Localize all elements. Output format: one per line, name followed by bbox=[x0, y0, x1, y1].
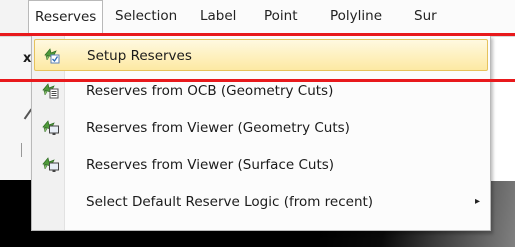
menu-item-reserves-from-viewer-surface[interactable]: Reserves from Viewer (Surface Cuts) bbox=[34, 149, 488, 181]
menu-item-setup-reserves[interactable]: Setup Reserves bbox=[34, 39, 488, 71]
setup-reserves-icon bbox=[42, 46, 60, 64]
menu-item-select-default-reserve-logic[interactable]: Select Default Reserve Logic (from recen… bbox=[34, 186, 488, 218]
menu-reserves[interactable]: Reserves bbox=[28, 0, 104, 36]
menu-item-label: Reserves from Viewer (Surface Cuts) bbox=[86, 157, 335, 173]
menu-surface[interactable]: Sur bbox=[414, 0, 437, 36]
menu-label[interactable]: Label bbox=[200, 0, 236, 36]
background-right-panel bbox=[491, 36, 515, 181]
menu-item-reserves-from-viewer-geometry[interactable]: Reserves from Viewer (Geometry Cuts) bbox=[34, 112, 488, 144]
reserves-dropdown-menu: Setup Reserves Reserves from OCB (Geomet… bbox=[31, 35, 491, 231]
menu-item-label: Reserves from Viewer (Geometry Cuts) bbox=[86, 120, 350, 136]
menu-bar: Reserves Selection Label Point Polyline … bbox=[0, 0, 515, 37]
menu-polyline[interactable]: Polyline bbox=[330, 0, 382, 36]
reserves-viewer-surface-icon bbox=[41, 155, 59, 173]
menu-point[interactable]: Point bbox=[264, 0, 298, 36]
annotation-line-top bbox=[0, 33, 515, 36]
menu-item-label: Setup Reserves bbox=[87, 48, 192, 64]
background-divider bbox=[21, 143, 22, 157]
reserves-ocb-icon bbox=[41, 81, 59, 99]
menu-selection[interactable]: Selection bbox=[115, 0, 177, 36]
menu-item-label: Select Default Reserve Logic (from recen… bbox=[86, 194, 374, 210]
reserves-viewer-geometry-icon bbox=[41, 118, 59, 136]
submenu-arrow-icon: ▸ bbox=[474, 196, 480, 207]
annotation-line-bottom bbox=[0, 79, 515, 82]
menu-bar-left-edge bbox=[0, 0, 31, 36]
